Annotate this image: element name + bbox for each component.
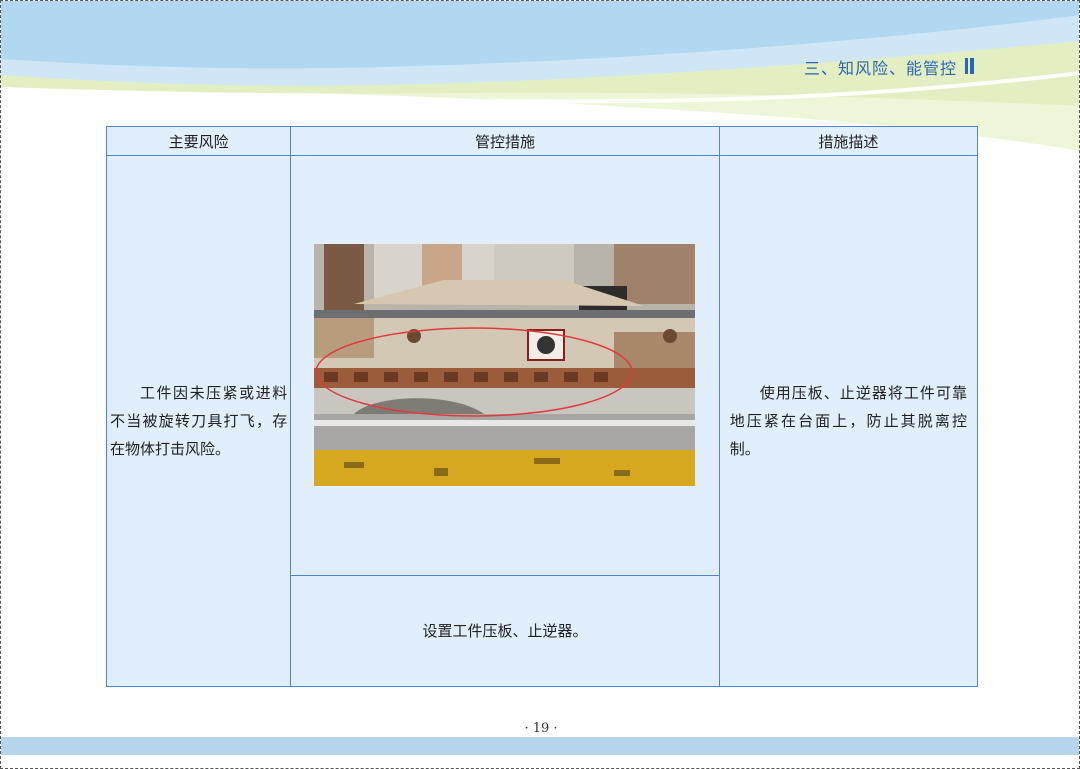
risk-control-table: 主要风险 管控措施 措施描述 工件因未压紧或进料不当被旋转刀具打飞，存在物体打击…: [105, 126, 979, 688]
saw-machine-photo: [314, 244, 696, 487]
table-header-row: 主要风险 管控措施 措施描述: [105, 126, 979, 156]
table-row: 工件因未压紧或进料不当被旋转刀具打飞，存在物体打击风险。 使用压板、止逆器将工件…: [105, 155, 979, 687]
document-page: 三、知风险、能管控 主要风险 管控措施 措施描述 工件因未压紧或进料不当被旋转刀…: [0, 0, 1080, 769]
description-text: 使用压板、止逆器将工件可靠地压紧在台面上，防止其脱离控制。: [729, 384, 967, 458]
description-cell: 使用压板、止逆器将工件可靠地压紧在台面上，防止其脱离控制。: [718, 155, 979, 687]
measure-cell: 设置工件压板、止逆器。: [290, 574, 720, 688]
photo-cell: [290, 155, 720, 576]
header-measure-description: 措施描述: [718, 126, 979, 156]
footer-band: [1, 737, 1079, 755]
risk-text: 工件因未压紧或进料不当被旋转刀具打飞，存在物体打击风险。: [110, 384, 288, 458]
section-marker-icon: [965, 58, 975, 74]
header-control-measure: 管控措施: [290, 126, 720, 156]
header-main-risk: 主要风险: [105, 126, 292, 156]
page-number: · 19 ·: [524, 721, 558, 736]
section-title: 三、知风险、能管控: [803, 59, 957, 78]
risk-cell: 工件因未压紧或进料不当被旋转刀具打飞，存在物体打击风险。: [105, 155, 292, 687]
